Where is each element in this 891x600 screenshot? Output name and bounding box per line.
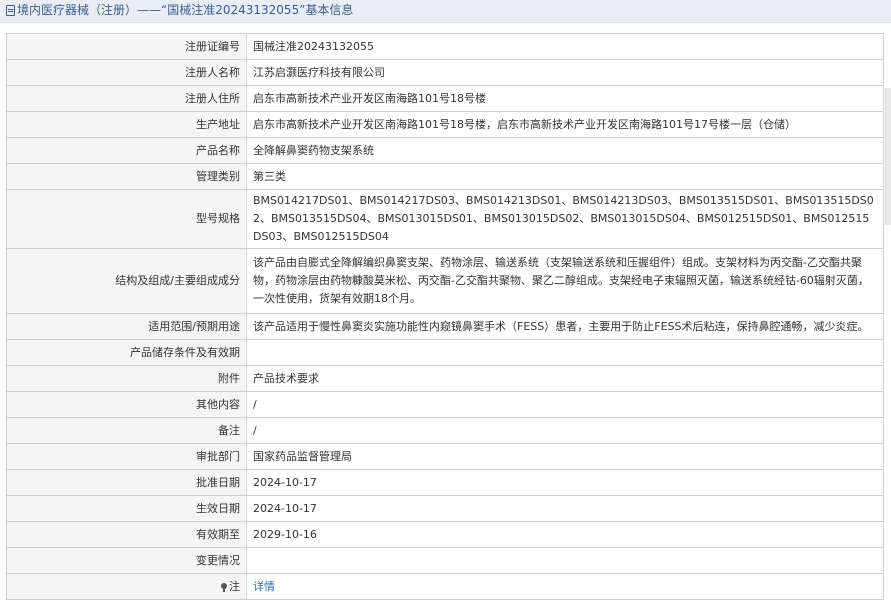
table-row: 生产地址 启东市高新技术产业开发区南海路101号18号楼，启东市高新技术产业开发… <box>6 111 884 138</box>
pin-icon <box>221 582 227 592</box>
table-row: 型号规格 BMS014217DS01、BMS014217DS03、BMS0142… <box>6 189 884 249</box>
row-label: 管理类别 <box>6 163 247 190</box>
table-row: 产品储存条件及有效期 <box>6 339 884 366</box>
table-row: 结构及组成/主要组成成分 该产品由自膨式全降解编织鼻窦支架、药物涂层、输送系统（… <box>6 248 884 314</box>
row-label: 产品名称 <box>6 137 247 164</box>
row-label: 注册人名称 <box>6 59 247 86</box>
page-title-bar: 境内医疗器械（注册）——“国械注准20243132055”基本信息 <box>0 0 891 23</box>
row-value: 2029-10-16 <box>246 521 884 548</box>
row-value: 国械注准20243132055 <box>246 33 884 60</box>
document-icon <box>6 5 15 16</box>
row-label: 注册人住所 <box>6 85 247 112</box>
row-label: 适用范围/预期用途 <box>6 313 247 340</box>
row-value: / <box>246 391 884 418</box>
note-value-cell: 详情 <box>246 573 884 600</box>
row-label: 生效日期 <box>6 495 247 522</box>
table-row: 注册证编号 国械注准20243132055 <box>6 33 884 60</box>
scrollbar[interactable] <box>885 88 891 225</box>
row-label: 审批部门 <box>6 443 247 470</box>
row-label: 其他内容 <box>6 391 247 418</box>
row-label: 变更情况 <box>6 547 247 574</box>
row-value: 2024-10-17 <box>246 495 884 522</box>
row-label: 产品储存条件及有效期 <box>6 339 247 366</box>
detail-table: 注册证编号 国械注准20243132055 注册人名称 江苏启灏医疗科技有限公司… <box>6 33 884 600</box>
row-value: 该产品适用于慢性鼻窦炎实施功能性内窥镜鼻窦手术（FESS）患者，主要用于防止FE… <box>246 313 884 340</box>
table-row: 注册人名称 江苏启灏医疗科技有限公司 <box>6 59 884 86</box>
row-label: 附件 <box>6 365 247 392</box>
table-row: 适用范围/预期用途 该产品适用于慢性鼻窦炎实施功能性内窥镜鼻窦手术（FESS）患… <box>6 313 884 340</box>
row-label: 生产地址 <box>6 111 247 138</box>
row-value: 国家药品监督管理局 <box>246 443 884 470</box>
row-value: 启东市高新技术产业开发区南海路101号18号楼 <box>246 85 884 112</box>
row-value <box>246 339 884 366</box>
row-value: 第三类 <box>246 163 884 190</box>
row-label: 备注 <box>6 417 247 444</box>
table-row: 审批部门 国家药品监督管理局 <box>6 443 884 470</box>
row-label: 型号规格 <box>6 189 247 249</box>
row-value: / <box>246 417 884 444</box>
table-row: 管理类别 第三类 <box>6 163 884 190</box>
row-value <box>246 547 884 574</box>
table-row: 备注 / <box>6 417 884 444</box>
detail-table-container: 注册证编号 国械注准20243132055 注册人名称 江苏启灏医疗科技有限公司… <box>6 33 884 600</box>
row-value: 该产品由自膨式全降解编织鼻窦支架、药物涂层、输送系统（支架输送系统和压握组件）组… <box>246 248 884 314</box>
page-title: 境内医疗器械（注册）——“国械注准20243132055”基本信息 <box>17 3 354 17</box>
row-value: 启东市高新技术产业开发区南海路101号18号楼，启东市高新技术产业开发区南海路1… <box>246 111 884 138</box>
table-row: 生效日期 2024-10-17 <box>6 495 884 522</box>
table-row: 注册人住所 启东市高新技术产业开发区南海路101号18号楼 <box>6 85 884 112</box>
row-value: 2024-10-17 <box>246 469 884 496</box>
row-label: 结构及组成/主要组成成分 <box>6 248 247 314</box>
table-row: 有效期至 2029-10-16 <box>6 521 884 548</box>
row-value: 全降解鼻窦药物支架系统 <box>246 137 884 164</box>
row-value: BMS014217DS01、BMS014217DS03、BMS014213DS0… <box>246 189 884 249</box>
note-label-cell: 注 <box>6 573 247 600</box>
row-value: 产品技术要求 <box>246 365 884 392</box>
table-row: 产品名称 全降解鼻窦药物支架系统 <box>6 137 884 164</box>
table-row: 批准日期 2024-10-17 <box>6 469 884 496</box>
table-row: 其他内容 / <box>6 391 884 418</box>
row-value: 江苏启灏医疗科技有限公司 <box>246 59 884 86</box>
table-row: 变更情况 <box>6 547 884 574</box>
row-label: 批准日期 <box>6 469 247 496</box>
note-label: 注 <box>229 579 240 593</box>
row-label: 有效期至 <box>6 521 247 548</box>
table-row: 附件 产品技术要求 <box>6 365 884 392</box>
table-row-note: 注 详情 <box>6 573 884 600</box>
row-label: 注册证编号 <box>6 33 247 60</box>
details-link[interactable]: 详情 <box>253 580 275 593</box>
